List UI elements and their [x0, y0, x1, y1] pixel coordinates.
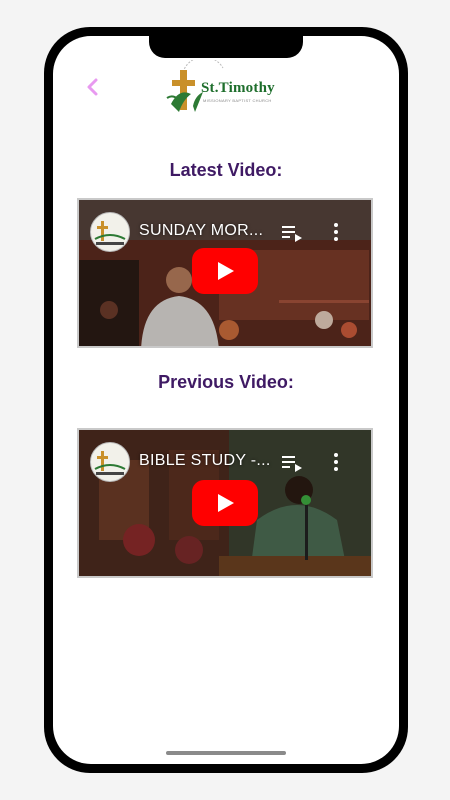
home-indicator[interactable]	[166, 751, 286, 755]
church-logo: St.Timothy MISSIONARY BAPTIST CHURCH	[165, 60, 297, 118]
video-title[interactable]: SUNDAY MOR...	[139, 222, 263, 240]
chevron-left-icon	[87, 78, 98, 96]
latest-video-player[interactable]: SUNDAY MOR...	[77, 198, 373, 348]
more-options-icon[interactable]	[332, 222, 340, 242]
app-screen: St.Timothy MISSIONARY BAPTIST CHURCH Lat…	[53, 36, 399, 764]
playlist-add-icon[interactable]	[282, 225, 304, 243]
back-button[interactable]	[81, 72, 103, 102]
logo-subtitle: MISSIONARY BAPTIST CHURCH	[203, 98, 272, 103]
youtube-play-button-icon[interactable]	[192, 480, 258, 526]
previous-video-player[interactable]: BIBLE STUDY -...	[77, 428, 373, 578]
channel-avatar	[90, 212, 130, 252]
playlist-add-icon[interactable]	[282, 455, 304, 473]
video-title[interactable]: BIBLE STUDY -...	[139, 452, 271, 470]
channel-logo-icon	[94, 451, 126, 475]
channel-logo-icon	[94, 221, 126, 245]
phone-frame: St.Timothy MISSIONARY BAPTIST CHURCH Lat…	[44, 27, 408, 773]
phone-notch	[149, 36, 303, 58]
channel-avatar	[90, 442, 130, 482]
previous-video-heading: Previous Video:	[158, 372, 294, 392]
youtube-play-button-icon[interactable]	[192, 248, 258, 294]
logo-title: St.Timothy	[201, 80, 275, 96]
more-options-icon[interactable]	[332, 452, 340, 472]
latest-video-heading: Latest Video:	[169, 160, 283, 180]
